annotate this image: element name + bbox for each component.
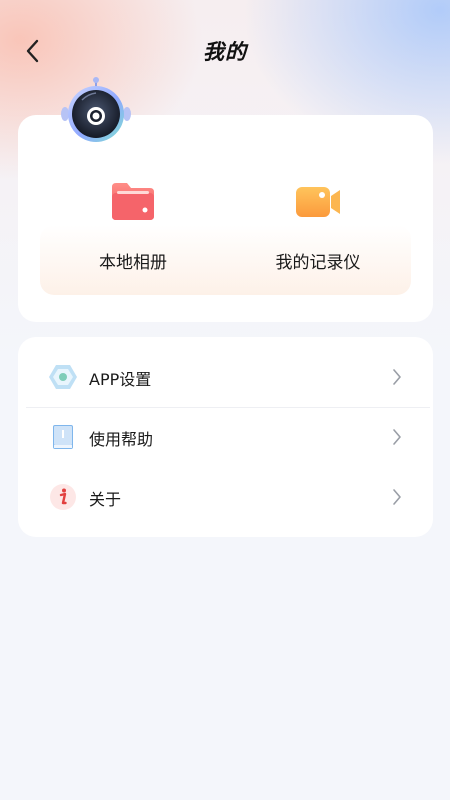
header: 我的	[0, 24, 450, 78]
page-title: 我的	[203, 40, 247, 64]
menu-item-about[interactable]: 关于	[18, 468, 433, 526]
chevron-right-icon	[393, 489, 401, 505]
local-album-label: 本地相册	[99, 253, 167, 273]
folder-icon	[112, 183, 154, 220]
info-icon	[50, 484, 76, 510]
menu-item-label: 关于	[89, 490, 122, 509]
chevron-right-icon	[393, 369, 401, 385]
help-book-icon	[53, 425, 73, 449]
menu-item-app-settings[interactable]: APP设置	[18, 348, 433, 406]
video-camera-icon	[296, 187, 340, 217]
menu-item-help[interactable]: 使用帮助	[18, 408, 433, 466]
my-recorder-button[interactable]: 我的记录仪	[238, 178, 398, 278]
settings-hexagon-icon	[49, 365, 77, 389]
my-recorder-label: 我的记录仪	[275, 253, 361, 273]
menu-item-label: APP设置	[89, 370, 152, 389]
local-album-button[interactable]: 本地相册	[53, 178, 213, 278]
robot-mascot-icon	[60, 76, 132, 148]
menu-item-label: 使用帮助	[89, 430, 154, 449]
chevron-right-icon	[393, 429, 401, 445]
